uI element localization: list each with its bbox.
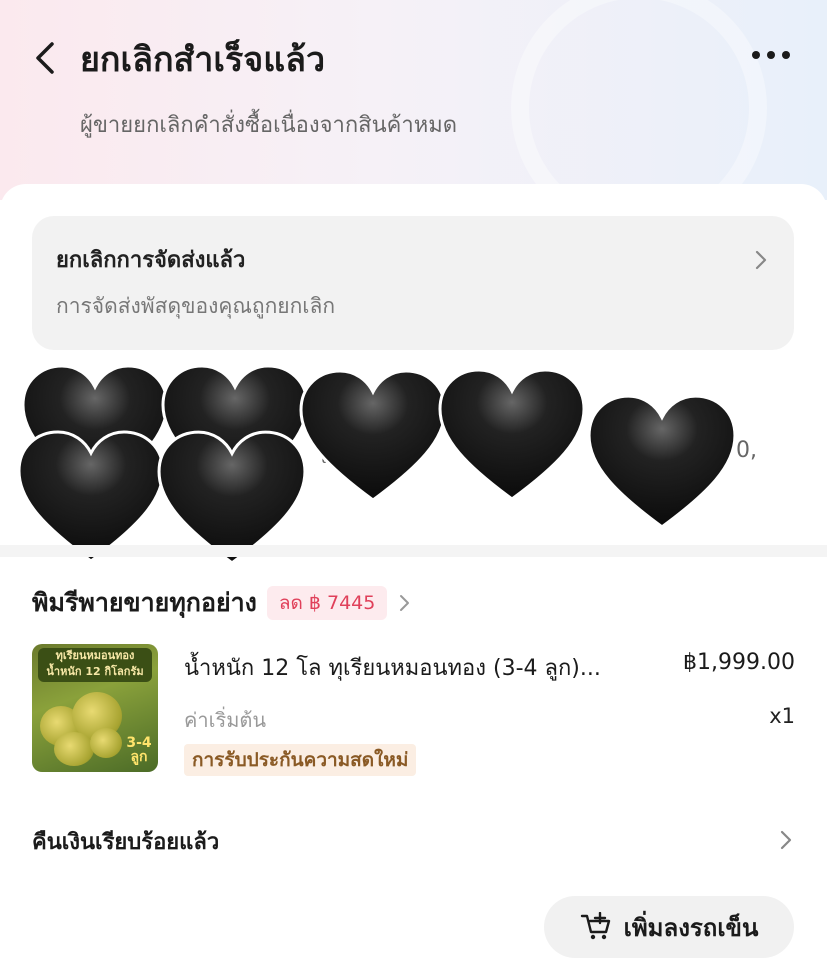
more-dots-icon[interactable] [748,40,794,70]
chevron-right-icon [400,595,410,611]
product-image-banner: ทุเรียนหมอนทอง น้ำหนัก 12 กิโลกรัม [38,648,152,682]
address-fragment: 0, [736,438,757,463]
freshness-guarantee-tag: การรับประกันความสดใหม่ [184,744,417,776]
black-heart-icon [299,369,447,502]
durian-shape [90,728,122,758]
add-to-cart-button[interactable]: เพิ่มลงรถเข็น [544,896,794,958]
chevron-right-icon [755,250,767,270]
product-image[interactable]: ทุเรียนหมอนทอง น้ำหนัก 12 กิโลกรัม 3-4 ล… [32,644,158,772]
cart-add-icon [580,912,610,940]
product-image-badge: 3-4 ลูก [126,735,152,765]
shipping-status-description: การจัดส่งพัสดุของคุณถูกยกเลิก [56,294,336,318]
discount-badge: ลด ฿ 7445 [266,586,388,620]
shop-header[interactable]: พิมรีพายขายทุกอย่าง ลด ฿ 7445 [32,586,411,620]
header-background [0,0,827,236]
product-variant: ค่าเริ่มต้น [184,708,267,732]
refund-status-label[interactable]: คืนเงินเรียบร้อยแล้ว [32,824,219,859]
product-image-banner-line: ทุเรียนหมอนทอง [55,649,135,662]
shop-name[interactable]: พิมรีพายขายทุกอย่าง [32,583,257,623]
section-divider [0,545,827,557]
back-arrow-icon[interactable] [30,38,64,78]
durian-shape [54,732,94,766]
product-quantity: x1 [769,704,795,728]
shipping-status-title: ยกเลิกการจัดส่งแล้ว [56,248,246,273]
chevron-right-icon[interactable] [779,828,793,852]
product-name[interactable]: น้ำหนัก 12 โล ทุเรียนหมอนทอง (3-4 ลูก)..… [184,650,601,685]
page-subtitle: ผู้ขายยกเลิกคำสั่งซื้อเนื่องจากสินค้าหมด [80,113,457,138]
page-title: ยกเลิกสำเร็จแล้ว [80,40,326,80]
black-heart-icon [438,368,586,501]
add-to-cart-label: เพิ่มลงรถเข็น [623,913,759,942]
product-price: ฿1,999.00 [683,650,795,675]
shipping-status-card[interactable]: ยกเลิกการจัดส่งแล้ว การจัดส่งพัสดุของคุณ… [32,216,794,350]
black-heart-icon [587,394,737,529]
product-image-banner-line: น้ำหนัก 12 กิโลกรัม [46,665,144,678]
